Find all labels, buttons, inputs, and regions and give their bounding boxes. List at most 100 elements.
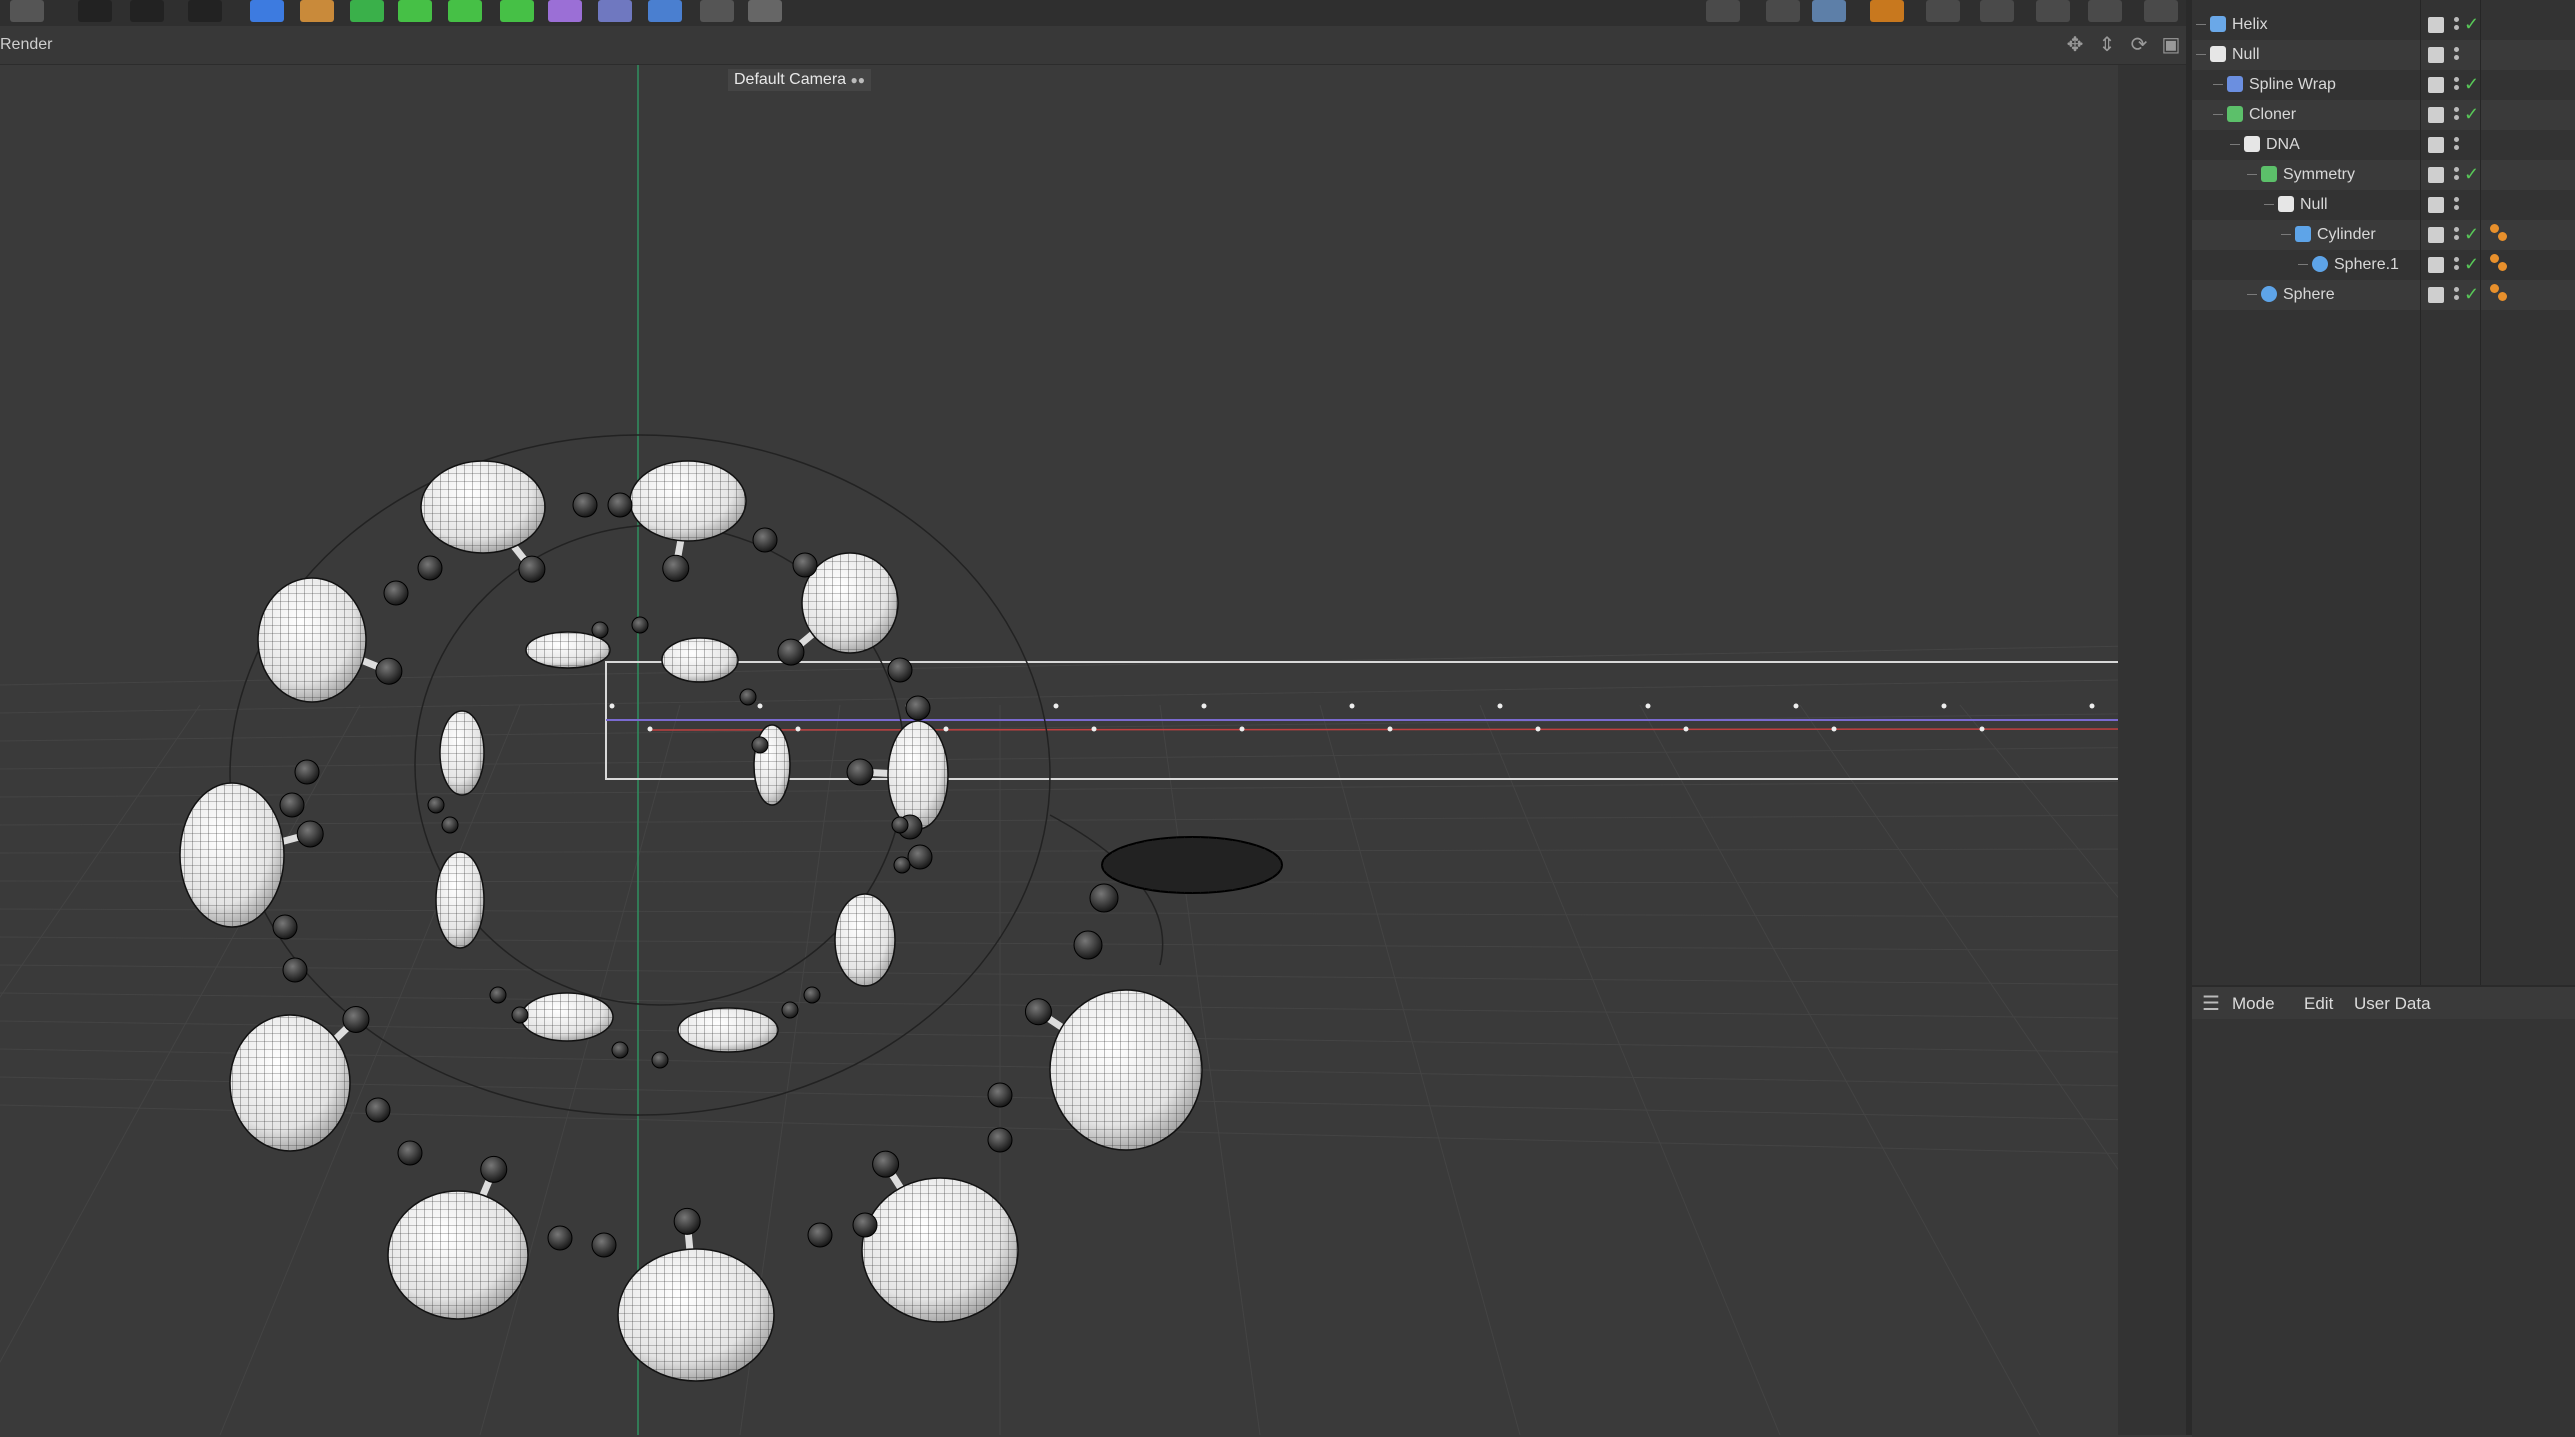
- layer-edit-icon[interactable]: [2428, 137, 2444, 153]
- maximize-icon[interactable]: ▣: [2160, 34, 2182, 56]
- linker-sphere[interactable]: [417, 555, 443, 581]
- layer-edit-icon[interactable]: [2428, 167, 2444, 183]
- move-icon[interactable]: ✥: [2064, 34, 2086, 56]
- object-name[interactable]: Null: [2232, 46, 2260, 64]
- helix-point[interactable]: [1349, 703, 1355, 709]
- dna-sphere-outer-wireframe[interactable]: [862, 1178, 1018, 1322]
- lock-icon[interactable]: [1706, 0, 1740, 22]
- visibility-dots-icon[interactable]: [2454, 135, 2460, 155]
- helix-point[interactable]: [1239, 726, 1245, 732]
- helix-point[interactable]: [1387, 726, 1393, 732]
- linker-sphere[interactable]: [591, 621, 609, 639]
- visibility-dots-icon[interactable]: [2454, 225, 2460, 245]
- linker-sphere[interactable]: [739, 688, 757, 706]
- visibility-dots-icon[interactable]: [2454, 75, 2460, 95]
- material-tag-icon[interactable]: [2490, 224, 2512, 246]
- object-row-spline-wrap[interactable]: Spline Wrap ✓: [2192, 70, 2575, 100]
- helix-point[interactable]: [1535, 726, 1541, 732]
- object-name[interactable]: Sphere.1: [2334, 256, 2399, 274]
- linker-sphere[interactable]: [607, 492, 633, 518]
- linker-sphere[interactable]: [807, 1222, 833, 1248]
- light-bulb-icon[interactable]: [1766, 0, 1800, 22]
- object-row-cylinder[interactable]: Cylinder ✓: [2192, 220, 2575, 250]
- dna-sphere-outer-wireframe[interactable]: [630, 461, 746, 541]
- helix-path-line[interactable]: [649, 728, 2186, 731]
- dna-sphere-outer[interactable]: [257, 577, 367, 703]
- dna-sphere-inner-wireframe[interactable]: [662, 638, 738, 682]
- layer-edit-icon[interactable]: [2428, 17, 2444, 33]
- helix-spline-box[interactable]: [605, 661, 2186, 780]
- dna-sphere-outer-wireframe[interactable]: [180, 783, 284, 927]
- dna-sphere-inner-wireframe[interactable]: [678, 1008, 778, 1052]
- helix-point[interactable]: [647, 726, 653, 732]
- visibility-dots-icon[interactable]: [2454, 45, 2460, 65]
- linker-sphere[interactable]: [846, 758, 874, 786]
- visibility-dots-icon[interactable]: [2454, 195, 2460, 215]
- enabled-check-icon[interactable]: ✓: [2464, 104, 2479, 125]
- linker-sphere[interactable]: [872, 1150, 900, 1178]
- object-row-null[interactable]: Null: [2192, 40, 2575, 70]
- linker-sphere[interactable]: [375, 657, 403, 685]
- linker-sphere[interactable]: [673, 1207, 701, 1235]
- rotate-icon[interactable]: ⟳: [2128, 34, 2150, 56]
- linker-sphere[interactable]: [852, 1212, 878, 1238]
- linker-sphere[interactable]: [480, 1155, 508, 1183]
- linker-sphere[interactable]: [342, 1005, 370, 1033]
- dna-sphere-outer[interactable]: [1049, 989, 1203, 1151]
- linker-sphere[interactable]: [893, 856, 911, 874]
- cube-icon[interactable]: [250, 0, 284, 22]
- helix-point[interactable]: [2089, 703, 2095, 709]
- layer-edit-icon[interactable]: [2428, 227, 2444, 243]
- linker-sphere[interactable]: [631, 616, 649, 634]
- linker-sphere[interactable]: [365, 1097, 391, 1123]
- linker-sphere[interactable]: [279, 792, 305, 818]
- magnet-icon[interactable]: [1870, 0, 1904, 22]
- linker-sphere[interactable]: [891, 816, 909, 834]
- camera-icon[interactable]: [700, 0, 734, 22]
- enabled-check-icon[interactable]: ✓: [2464, 224, 2479, 245]
- linker-sphere[interactable]: [489, 986, 507, 1004]
- helix-point[interactable]: [1201, 703, 1207, 709]
- linker-sphere[interactable]: [547, 1225, 573, 1251]
- dna-sphere-inner-wireframe[interactable]: [440, 711, 484, 795]
- layer-edit-icon[interactable]: [2428, 287, 2444, 303]
- linker-sphere[interactable]: [296, 820, 324, 848]
- object-name[interactable]: Null: [2300, 196, 2328, 214]
- linker-sphere[interactable]: [282, 957, 308, 983]
- dna-sphere-inner[interactable]: [677, 1007, 779, 1053]
- object-row-sphere[interactable]: Sphere ✓: [2192, 280, 2575, 310]
- hamburger-icon[interactable]: ☰: [2202, 991, 2220, 1016]
- dna-sphere-outer[interactable]: [617, 1248, 775, 1382]
- viewport-menu-render[interactable]: Render: [0, 36, 52, 54]
- linker-sphere[interactable]: [272, 914, 298, 940]
- material-tag-icon[interactable]: [2490, 254, 2512, 276]
- subdivision-icon[interactable]: [350, 0, 384, 22]
- layer-edit-icon[interactable]: [2428, 77, 2444, 93]
- menu-mode[interactable]: Mode: [2232, 994, 2275, 1014]
- dna-sphere-outer-wireframe[interactable]: [258, 578, 366, 702]
- extrude-icon[interactable]: [398, 0, 432, 22]
- linker-sphere[interactable]: [611, 1041, 629, 1059]
- object-row-null[interactable]: Null: [2192, 190, 2575, 220]
- linker-sphere[interactable]: [572, 492, 598, 518]
- object-name[interactable]: Cylinder: [2317, 226, 2376, 244]
- dna-sphere-inner-wireframe[interactable]: [521, 993, 613, 1041]
- default-camera-label[interactable]: Default Camera ●●: [728, 69, 871, 91]
- dna-sphere-inner[interactable]: [661, 637, 739, 683]
- visibility-dots-icon[interactable]: [2454, 255, 2460, 275]
- dna-sphere-outer[interactable]: [387, 1190, 529, 1320]
- linker-sphere[interactable]: [427, 796, 445, 814]
- enabled-check-icon[interactable]: ✓: [2464, 254, 2479, 275]
- helix-point[interactable]: [795, 726, 801, 732]
- linker-sphere[interactable]: [591, 1232, 617, 1258]
- linker-sphere[interactable]: [1089, 883, 1119, 913]
- dna-sphere-outer[interactable]: [861, 1177, 1019, 1323]
- dna-sphere-inner-wireframe[interactable]: [436, 852, 484, 948]
- file-icon[interactable]: [10, 0, 44, 22]
- dna-sphere-outer[interactable]: [887, 720, 949, 830]
- workplane-icon[interactable]: [1980, 0, 2014, 22]
- sculpt-icon[interactable]: [598, 0, 632, 22]
- helix-point[interactable]: [1053, 703, 1059, 709]
- layer-edit-icon[interactable]: [2428, 257, 2444, 273]
- linker-sphere[interactable]: [1073, 930, 1103, 960]
